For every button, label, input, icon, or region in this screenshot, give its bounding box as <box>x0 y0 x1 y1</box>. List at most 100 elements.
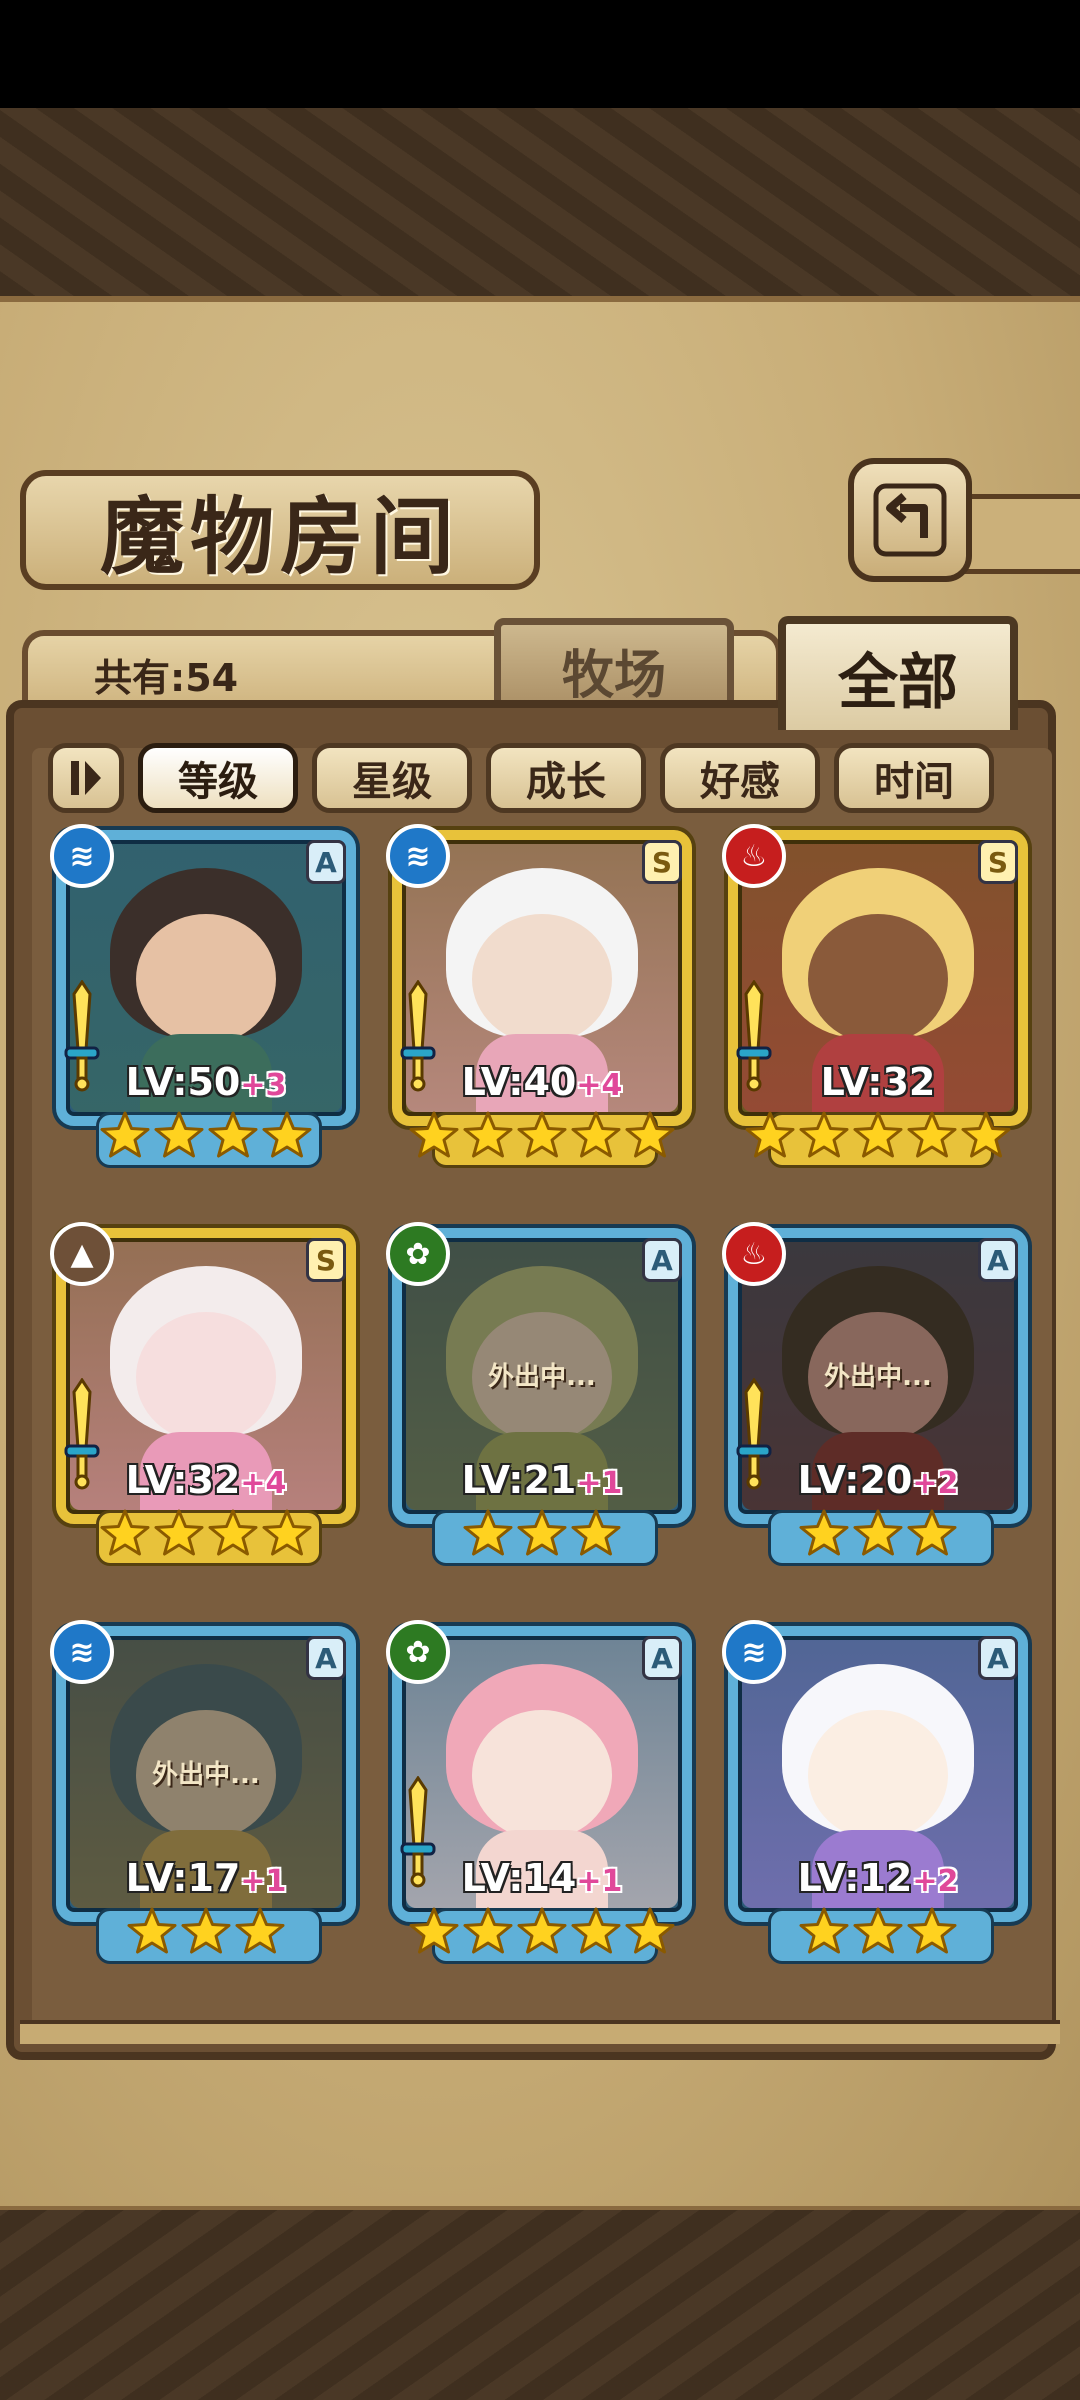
monster-card[interactable]: ≋ S LV:40+4 <box>386 824 692 1168</box>
sort-level-button[interactable]: 等级 <box>138 743 298 813</box>
monster-card[interactable]: ▲ S LV:32+4 <box>50 1222 356 1566</box>
title-plate: 魔物房间 <box>20 470 540 590</box>
fire-element-icon: ♨ <box>722 1222 786 1286</box>
sort-order-icon <box>71 761 101 795</box>
star-icon <box>235 1907 285 1954</box>
monster-card[interactable]: 外出中... ✿ A LV:21+1 <box>386 1222 692 1566</box>
star-icon <box>262 1509 312 1556</box>
star-icon <box>571 1907 621 1954</box>
away-status: 外出中... <box>488 1362 596 1392</box>
level-line: LV:12+2 <box>728 1856 1028 1900</box>
rank-badge: S <box>642 840 682 884</box>
level-text: LV:20 <box>797 1458 913 1502</box>
level-text: LV:50 <box>125 1060 241 1104</box>
sort-growth-button[interactable]: 成长 <box>486 743 646 813</box>
status-bar <box>0 0 1080 108</box>
tab-all-label: 全部 <box>838 647 958 718</box>
tab-pasture-label: 牧场 <box>561 644 666 706</box>
monster-card[interactable]: 外出中... ♨ A LV:20+2 <box>722 1222 1028 1566</box>
star-icon <box>409 1907 459 1954</box>
star-icon <box>853 1907 903 1954</box>
star-icon <box>208 1111 258 1158</box>
star-icon <box>100 1111 150 1158</box>
back-control <box>848 458 1080 598</box>
level-line: LV:21+1 <box>392 1458 692 1502</box>
star-icon <box>745 1111 795 1158</box>
star-icon <box>571 1509 621 1556</box>
level-bonus: +4 <box>576 1068 623 1103</box>
star-rating <box>56 1110 356 1166</box>
background-map-bottom <box>0 2210 1080 2400</box>
monster-count: 共有:54 <box>94 655 239 700</box>
monster-card[interactable]: ≋ A LV:50+3 <box>50 824 356 1168</box>
sort-star-button[interactable]: 星级 <box>312 743 472 813</box>
star-icon <box>571 1111 621 1158</box>
water-element-icon: ≋ <box>386 824 450 888</box>
level-bonus: +1 <box>576 1864 623 1899</box>
level-bonus: +1 <box>240 1864 287 1899</box>
star-icon <box>517 1907 567 1954</box>
star-icon <box>463 1907 513 1954</box>
star-rating <box>56 1906 356 1962</box>
rank-badge: S <box>978 840 1018 884</box>
leaf-element-icon: ✿ <box>386 1222 450 1286</box>
star-rating <box>392 1508 692 1564</box>
level-line: LV:40+4 <box>392 1060 692 1104</box>
water-element-icon: ≋ <box>50 1620 114 1684</box>
star-icon <box>961 1111 1011 1158</box>
monster-card[interactable]: 外出中... ≋ A LV:17+1 <box>50 1620 356 1964</box>
away-status: 外出中... <box>152 1760 260 1790</box>
star-rating <box>728 1110 1028 1166</box>
back-button[interactable] <box>848 458 972 582</box>
level-bonus: +2 <box>912 1466 959 1501</box>
level-bonus: +4 <box>240 1466 287 1501</box>
level-line: LV:32 <box>728 1060 1028 1104</box>
star-icon <box>181 1907 231 1954</box>
star-icon <box>799 1509 849 1556</box>
star-icon <box>625 1907 675 1954</box>
sort-time-button[interactable]: 时间 <box>834 743 994 813</box>
star-icon <box>463 1111 513 1158</box>
level-line: LV:20+2 <box>728 1458 1028 1502</box>
rank-badge: A <box>306 1636 346 1680</box>
star-icon <box>517 1509 567 1556</box>
rank-badge: A <box>978 1238 1018 1282</box>
level-text: LV:32 <box>125 1458 241 1502</box>
star-icon <box>907 1111 957 1158</box>
star-rating <box>728 1906 1028 1962</box>
sort-affection-button[interactable]: 好感 <box>660 743 820 813</box>
rank-badge: A <box>642 1636 682 1680</box>
star-icon <box>100 1509 150 1556</box>
star-rating <box>392 1906 692 1962</box>
level-text: LV:14 <box>461 1856 577 1900</box>
star-icon <box>409 1111 459 1158</box>
monster-card[interactable]: ≋ A LV:12+2 <box>722 1620 1028 1964</box>
sort-order-button[interactable] <box>48 743 124 813</box>
level-line: LV:32+4 <box>56 1458 356 1502</box>
level-bonus: +1 <box>576 1466 623 1501</box>
rank-badge: A <box>978 1636 1018 1680</box>
star-icon <box>799 1111 849 1158</box>
star-rating <box>56 1508 356 1564</box>
star-icon <box>262 1111 312 1158</box>
star-icon <box>463 1509 513 1556</box>
star-rating <box>728 1508 1028 1564</box>
star-icon <box>127 1907 177 1954</box>
level-line: LV:17+1 <box>56 1856 356 1900</box>
star-icon <box>853 1111 903 1158</box>
rank-badge: A <box>306 840 346 884</box>
rank-badge: A <box>642 1238 682 1282</box>
background-map-top <box>0 108 1080 298</box>
monster-card[interactable]: ♨ S LV:32 <box>722 824 1028 1168</box>
level-line: LV:50+3 <box>56 1060 356 1104</box>
star-icon <box>154 1111 204 1158</box>
monster-card[interactable]: ✿ A LV:14+1 <box>386 1620 692 1964</box>
level-text: LV:17 <box>125 1856 241 1900</box>
star-icon <box>853 1509 903 1556</box>
fire-element-icon: ♨ <box>722 824 786 888</box>
tab-all[interactable]: 全部 <box>778 616 1018 730</box>
level-text: LV:12 <box>797 1856 913 1900</box>
rank-badge: S <box>306 1238 346 1282</box>
star-icon <box>154 1509 204 1556</box>
star-icon <box>799 1907 849 1954</box>
